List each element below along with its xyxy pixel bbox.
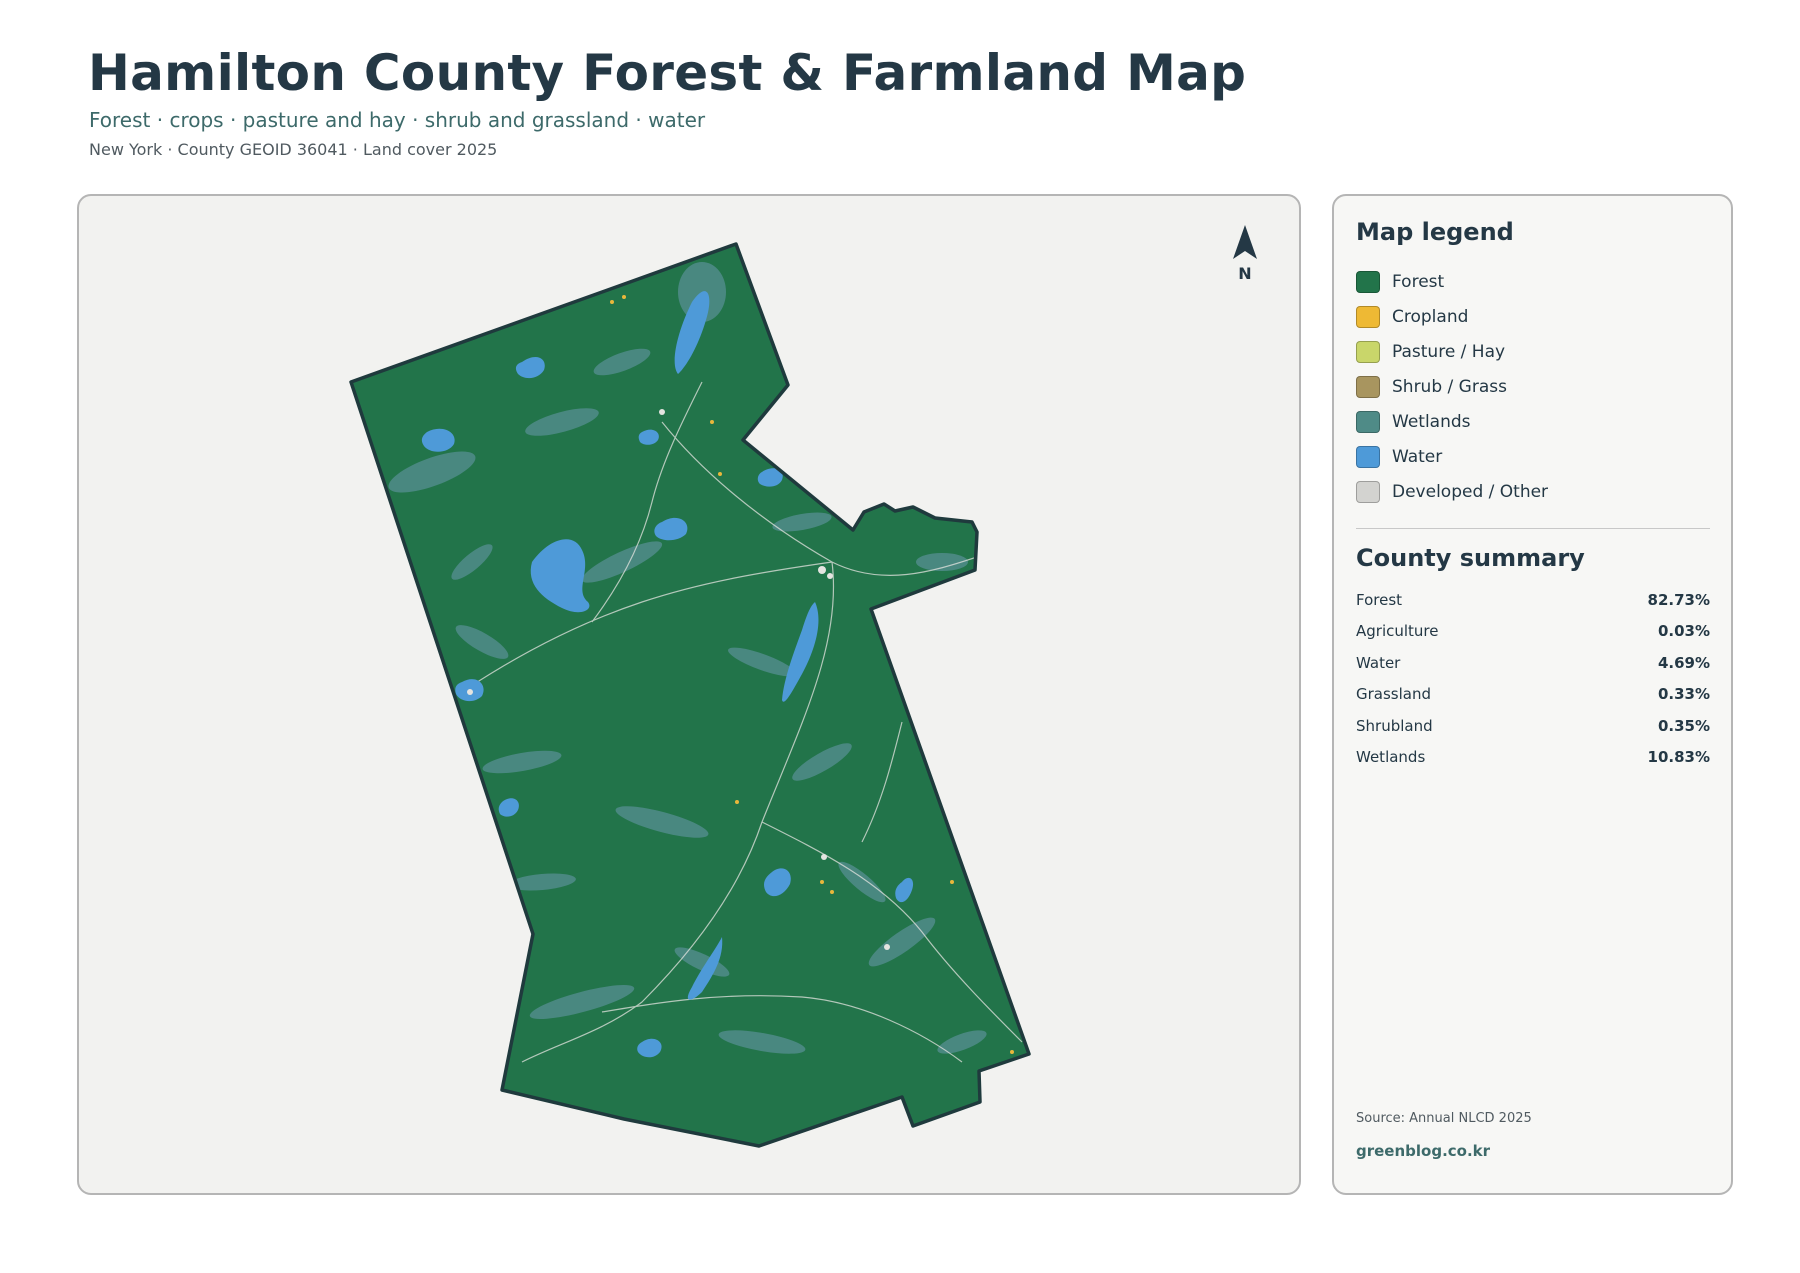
summary-title: County summary [1356, 544, 1585, 572]
legend-item-water: Water [1356, 439, 1548, 474]
legend-label: Pasture / Hay [1392, 341, 1506, 362]
map-title: Hamilton County Forest & Farmland Map [88, 44, 1247, 102]
summary-value: 0.35% [1657, 716, 1710, 735]
summary-row-shrubland: Shrubland 0.35% [1356, 710, 1710, 742]
legend-item-developed: Developed / Other [1356, 474, 1548, 509]
summary-row-grassland: Grassland 0.33% [1356, 679, 1710, 711]
summary-row-forest: Forest 82.73% [1356, 584, 1710, 616]
summary-value: 0.33% [1657, 685, 1710, 704]
summary-name: Shrubland [1356, 716, 1433, 735]
legend-label: Wetlands [1392, 411, 1471, 432]
legend-label: Developed / Other [1392, 481, 1549, 502]
developed-swatch-icon [1356, 480, 1380, 503]
legend-item-wetlands: Wetlands [1356, 404, 1548, 439]
legend-label: Shrub / Grass [1392, 376, 1507, 397]
legend-label: Water [1392, 446, 1443, 467]
legend-item-shrub-grass: Shrub / Grass [1356, 369, 1548, 404]
legend-item-forest: Forest [1356, 264, 1548, 299]
legend-divider [1356, 528, 1710, 529]
map-meta: New York · County GEOID 36041 · Land cov… [89, 140, 498, 159]
summary-value: 0.03% [1657, 622, 1710, 641]
map-panel[interactable] [77, 194, 1301, 1195]
legend-item-cropland: Cropland [1356, 299, 1548, 334]
forest-swatch-icon [1356, 270, 1380, 293]
north-label: N [1238, 264, 1252, 283]
data-source: Source: Annual NLCD 2025 [1356, 1111, 1532, 1126]
legend-title: Map legend [1356, 218, 1514, 246]
county-map[interactable] [79, 196, 1299, 1193]
summary-value: 4.69% [1657, 653, 1710, 672]
legend-label: Forest [1392, 271, 1445, 292]
wetlands-swatch-icon [1356, 410, 1380, 433]
water-swatch-icon [1356, 445, 1380, 468]
summary-table: Forest 82.73% Agriculture 0.03% Water 4.… [1356, 584, 1710, 773]
summary-row-water: Water 4.69% [1356, 647, 1710, 679]
brand-link[interactable]: greenblog.co.kr [1356, 1142, 1490, 1160]
shrub-swatch-icon [1356, 375, 1380, 398]
summary-row-agriculture: Agriculture 0.03% [1356, 616, 1710, 648]
map-subtitle: Forest · crops · pasture and hay · shrub… [89, 108, 706, 132]
summary-value: 10.83% [1647, 748, 1710, 767]
summary-name: Grassland [1356, 685, 1431, 704]
summary-value: 82.73% [1647, 590, 1710, 609]
summary-row-wetlands: Wetlands 10.83% [1356, 742, 1710, 774]
summary-name: Agriculture [1356, 622, 1439, 641]
legend-panel: Map legend Forest Cropland Pasture / Hay… [1332, 194, 1733, 1195]
pasture-swatch-icon [1356, 340, 1380, 363]
summary-name: Wetlands [1356, 748, 1426, 767]
summary-name: Water [1356, 653, 1401, 672]
summary-name: Forest [1356, 590, 1403, 609]
legend-list: Forest Cropland Pasture / Hay Shrub / Gr… [1356, 264, 1548, 509]
legend-label: Cropland [1392, 306, 1469, 327]
legend-item-pasture-hay: Pasture / Hay [1356, 334, 1548, 369]
cropland-swatch-icon [1356, 305, 1380, 328]
